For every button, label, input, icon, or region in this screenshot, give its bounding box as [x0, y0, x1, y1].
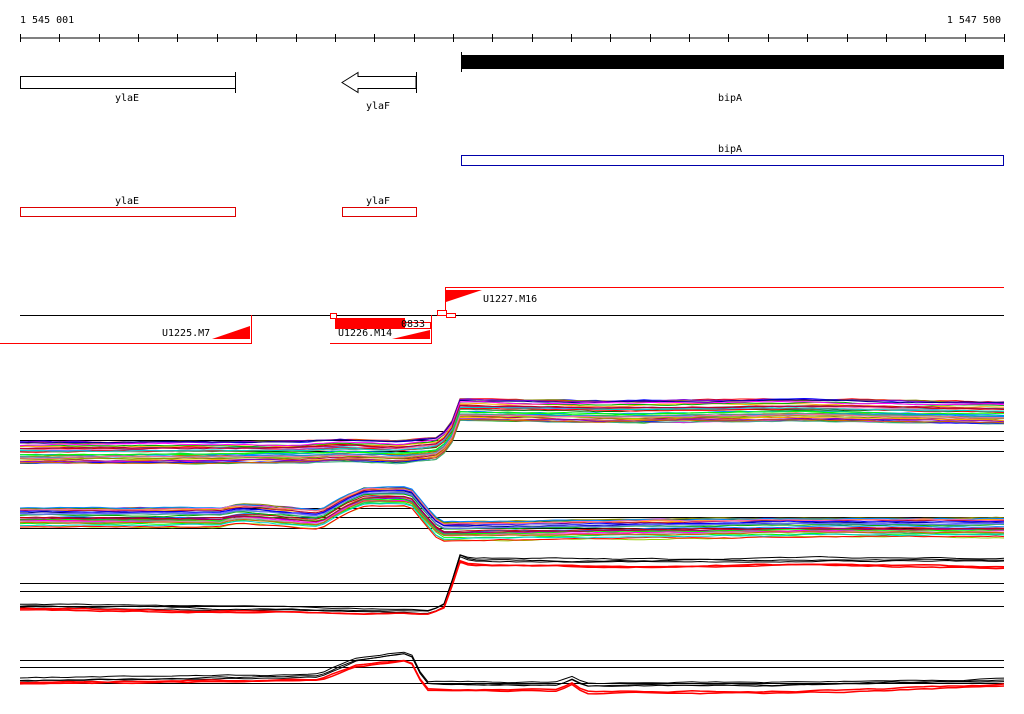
ruler-start-label: 1 545 001 [20, 15, 74, 26]
gene-label: bipA [718, 93, 742, 104]
segment-wedge [446, 290, 482, 302]
prediction-box[interactable] [20, 207, 236, 217]
ruler-end-label: 1 547 500 [947, 15, 1001, 26]
expression-panel-1 [19, 397, 1005, 465]
gene-box[interactable] [461, 55, 1004, 69]
segment-U1225-M7[interactable]: U1225.M7 [0, 315, 252, 344]
prediction-label: bipA [718, 144, 742, 155]
segment-wedge [392, 330, 430, 339]
annotation-track: ylaE ylaF bipA [20, 52, 1004, 112]
prediction-label: ylaE [115, 196, 139, 207]
segment-label: U1227.M16 [483, 294, 537, 305]
position-ruler: 1 545 001 1 547 500 [20, 15, 1005, 42]
prediction-box[interactable] [461, 155, 1004, 166]
prediction-ylaE[interactable]: ylaE [20, 196, 236, 217]
expression-panel-4 [19, 651, 1005, 695]
segment-marker [446, 313, 456, 318]
segment-label: 0833 [401, 319, 425, 330]
expression-panel-3 [19, 554, 1005, 615]
gene-label: ylaE [115, 93, 139, 104]
prediction-label: ylaF [366, 196, 390, 207]
gene-arrow[interactable] [341, 71, 417, 94]
segment-wedge [212, 326, 250, 339]
prediction-ylaF[interactable]: ylaF [342, 196, 417, 217]
genome-browser-canvas: 1 545 001 1 547 500 ylaE ylaF bipA bipA … [0, 15, 1005, 695]
segment-label: U1225.M7 [162, 328, 210, 339]
expression-profiles [19, 651, 1005, 695]
gene-bipA[interactable]: bipA [461, 52, 1004, 104]
segments-track: U1227.M16 U1225.M7 U1226.M14 0833 [0, 287, 1004, 344]
segment-U1227-M16[interactable]: U1227.M16 [437, 287, 1005, 318]
prediction-box[interactable] [342, 207, 417, 217]
expression-profile-line [20, 554, 1005, 612]
predicted-track: bipA ylaE ylaF [20, 144, 1004, 217]
gene-label: ylaF [366, 101, 390, 112]
segment-marker [330, 313, 337, 319]
expression-profiles [19, 486, 1005, 542]
gene-ylaE[interactable]: ylaE [20, 72, 236, 104]
segment-U1226-M14[interactable]: U1226.M14 0833 [330, 313, 432, 344]
expression-panel-2 [19, 486, 1005, 542]
gene-box[interactable] [20, 76, 236, 89]
segment-marker [437, 310, 447, 316]
expression-profile-line [19, 414, 1005, 460]
segment-label: U1226.M14 [338, 328, 392, 339]
expression-profiles [19, 554, 1005, 615]
prediction-bipA[interactable]: bipA [461, 144, 1004, 166]
gene-ylaF[interactable]: ylaF [341, 71, 417, 112]
